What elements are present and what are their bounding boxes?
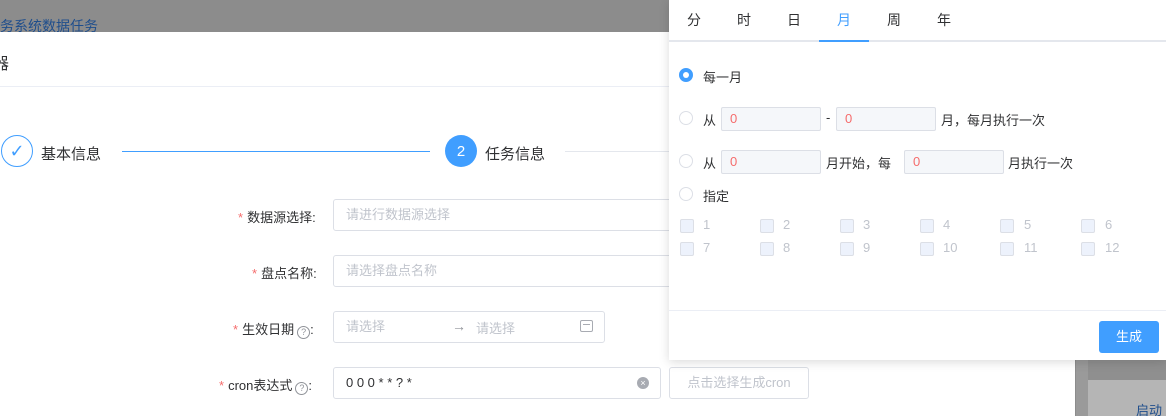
inventory-name-label: * 盘点名称: [252,266,317,281]
every-month-label: 每一月 [703,70,743,85]
step-connector-1 [122,151,430,152]
month-checkbox-6[interactable] [1081,219,1095,233]
month-label-7: 7 [703,240,711,255]
tab-week[interactable]: 周 [869,0,919,40]
tab-day[interactable]: 日 [769,0,819,40]
date-range-separator: → [452,318,466,334]
month-label-12: 12 [1105,240,1120,255]
month-label-2: 2 [783,217,791,232]
range-suffix: 月，每月执行一次 [941,113,1046,128]
month-checkbox-9[interactable] [840,242,854,256]
interval-from-label: 从 [703,156,717,171]
cron-label: * cron表达式?: [219,378,312,395]
interval-start-input[interactable]: 0 [721,150,821,174]
generate-cron-button[interactable]: 点击选择生成cron [669,367,809,399]
tab-year[interactable]: 年 [919,0,969,40]
active-tab-indicator [819,40,869,42]
cron-expression-input[interactable]: 0 0 0 * * ? * [333,367,661,399]
specify-label: 指定 [703,189,730,204]
backdrop-start-text: 启动 [1136,403,1163,416]
month-checkbox-12[interactable] [1081,242,1095,256]
tab-hour[interactable]: 时 [719,0,769,40]
month-label-3: 3 [863,217,871,232]
month-checkbox-11[interactable] [1000,242,1014,256]
step-1-label: 基本信息 [41,146,102,163]
radio-month-interval[interactable] [679,154,693,168]
month-label-5: 5 [1024,217,1032,232]
month-checkbox-4[interactable] [920,219,934,233]
backdrop-right-panel: 启动 [1076,360,1166,416]
question-icon[interactable]: ? [295,381,309,395]
month-label-6: 6 [1105,217,1113,232]
range-start-input[interactable]: 0 [721,107,821,131]
dialog-title: 器 [0,56,10,73]
interval-step-input[interactable]: 0 [904,150,1004,174]
month-checkbox-7[interactable] [680,242,694,256]
month-checkbox-10[interactable] [920,242,934,256]
step-connector-2 [565,151,675,152]
effective-date-label: * 生效日期?: [233,322,314,339]
month-label-10: 10 [943,240,958,255]
popover-footer-divider [669,310,1166,311]
month-checkbox-5[interactable] [1000,219,1014,233]
range-dash: - [826,110,831,125]
inventory-name-select[interactable]: 请选择盘点名称 [333,255,673,287]
month-checkbox-3[interactable] [840,219,854,233]
tab-month[interactable]: 月 [819,0,869,40]
month-label-11: 11 [1024,240,1038,255]
radio-specify-months[interactable] [679,187,693,201]
range-end-input[interactable]: 0 [836,107,936,131]
month-label-4: 4 [943,217,951,232]
month-label-9: 9 [863,240,871,255]
month-label-1: 1 [703,217,711,232]
datasource-label: * 数据源选择: [238,210,316,225]
range-from-label: 从 [703,113,717,128]
month-label-8: 8 [783,240,791,255]
month-checkbox-8[interactable] [760,242,774,256]
step-1-check-icon: ✓ [1,135,33,167]
step-2-label: 任务信息 [485,146,546,163]
clear-icon[interactable]: × [637,377,649,389]
generate-button[interactable]: 生成 [1099,321,1159,353]
month-checkbox-1[interactable] [680,219,694,233]
interval-mid: 月开始，每 [826,156,892,171]
datasource-select[interactable]: 请进行数据源选择 [333,199,673,231]
month-checkbox-2[interactable] [760,219,774,233]
date-range-picker[interactable]: 请选择 [333,311,605,343]
cron-tabs: 分 时 日 月 周 年 [669,0,1166,42]
question-icon[interactable]: ? [297,325,311,339]
tab-minute[interactable]: 分 [669,0,719,40]
radio-every-month[interactable] [679,68,693,82]
date-end-placeholder[interactable]: 请选择 [476,318,515,337]
radio-month-range[interactable] [679,111,693,125]
cron-generator-popover: 分 时 日 月 周 年 每一月 从 0 - 0 月，每月执行一次 从 0 月开始… [669,0,1166,360]
interval-suffix: 月执行一次 [1008,156,1074,171]
step-2-number-icon: 2 [445,135,477,167]
calendar-icon[interactable] [580,320,593,332]
